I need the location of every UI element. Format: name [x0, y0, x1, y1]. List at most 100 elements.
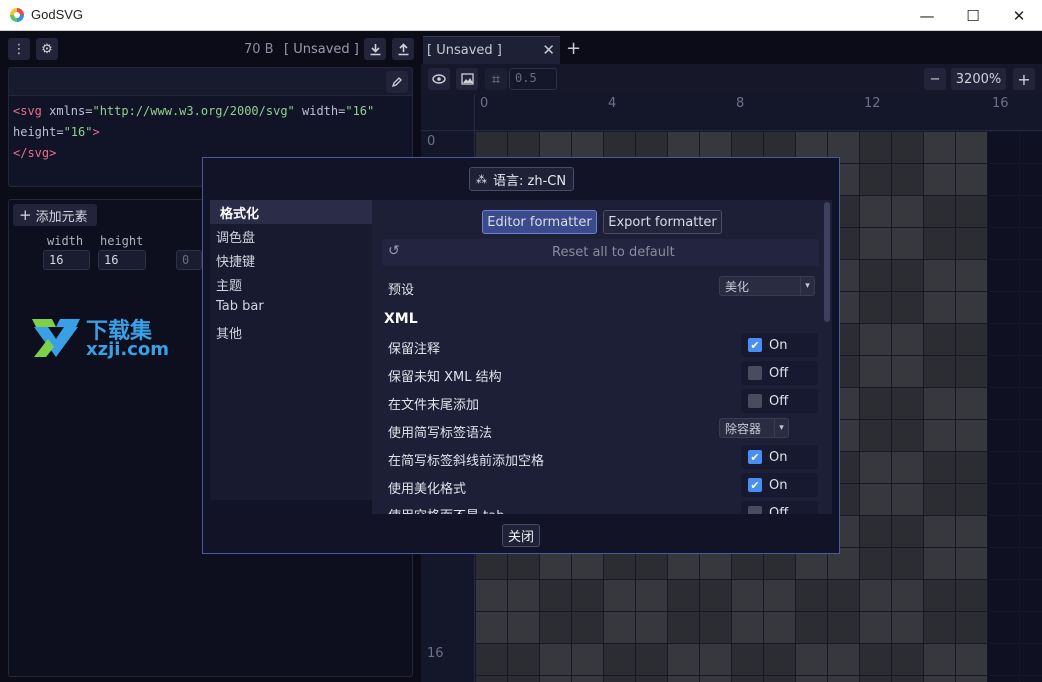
code-token: "http://www.w3.org/2000/svg": [92, 104, 295, 118]
width-field[interactable]: 16: [43, 250, 90, 270]
new-tab-button[interactable]: +: [566, 38, 581, 59]
horizontal-ruler: 0 4 8 12 16: [421, 94, 1042, 131]
export-button[interactable]: [364, 38, 386, 60]
settings-category-list: 格式化 调色盘 快捷键 主题 Tab bar 其他: [210, 200, 372, 500]
language-label: 语言: zh-CN: [493, 173, 567, 189]
setting-label: 使用空格而不是 tab: [388, 505, 504, 514]
reset-all-button[interactable]: ↺ Reset all to default: [382, 239, 819, 266]
use-spaces-toggle[interactable]: Off: [741, 501, 818, 514]
visuals-button[interactable]: [428, 68, 450, 90]
toggle-state: Off: [769, 505, 789, 515]
menu-button[interactable]: ⋮: [8, 38, 30, 60]
zoom-in-button[interactable]: +: [1013, 68, 1035, 90]
eye-icon: [432, 74, 446, 84]
snap-value-field[interactable]: 0.5: [509, 68, 557, 90]
scrollbar-thumb[interactable]: [824, 202, 830, 322]
chevron-down-icon: ▾: [774, 419, 788, 437]
checkbox-checked-icon: ✔: [748, 450, 762, 464]
reference-image-button[interactable]: [456, 68, 478, 90]
checkbox-unchecked-icon: [748, 394, 762, 408]
checkbox-checked-icon: ✔: [748, 478, 762, 492]
watermark: 下载集 xzji.com: [30, 313, 175, 393]
chevron-down-icon: ▾: [800, 277, 814, 295]
add-element-label: 添加元素: [35, 209, 88, 225]
export-formatter-tab[interactable]: Export formatter: [603, 210, 722, 234]
preset-dropdown[interactable]: 美化 ▾: [719, 276, 815, 296]
more-vertical-icon: ⋮: [12, 41, 26, 57]
setting-label: 在简写标签斜线前添加空格: [388, 454, 545, 469]
close-window-button[interactable]: ✕: [996, 0, 1042, 31]
category-formatting[interactable]: 格式化: [210, 200, 372, 224]
category-theme[interactable]: 主题: [210, 272, 372, 296]
maximize-button[interactable]: ☐: [950, 0, 996, 31]
category-palettes[interactable]: 调色盘: [210, 224, 372, 248]
code-text[interactable]: <svg xmlns="http://www.w3.org/2000/svg" …: [13, 101, 374, 164]
settings-button[interactable]: ⚙: [36, 38, 58, 60]
space-before-slash-toggle[interactable]: ✔ On: [741, 445, 818, 469]
pretty-formatting-toggle[interactable]: ✔ On: [741, 473, 818, 497]
checkbox-unchecked-icon: [748, 506, 762, 514]
download-icon: [370, 43, 380, 55]
close-dialog-button[interactable]: 关闭: [502, 524, 540, 547]
editor-formatter-tab[interactable]: Editor formatter: [482, 210, 597, 234]
close-tab-icon[interactable]: ✕: [542, 41, 555, 59]
setting-label: 使用美化格式: [388, 482, 467, 497]
ruler-tick-label: 0: [427, 134, 436, 149]
keep-unknown-xml-toggle[interactable]: Off: [741, 361, 818, 385]
watermark-site: xzji.com: [86, 339, 170, 360]
toggle-state: On: [769, 449, 788, 465]
add-element-button[interactable]: + 添加元素: [13, 204, 97, 226]
setting-label: 使用简写标签语法: [388, 426, 493, 441]
checkbox-checked-icon: ✔: [748, 338, 762, 352]
tab-unsaved[interactable]: [ Unsaved ] ✕: [423, 36, 560, 64]
window-title-bar: GodSVG — ☐ ✕: [0, 0, 1042, 31]
xml-section-heading: XML: [384, 311, 418, 327]
ruler-corner: [421, 94, 475, 131]
gear-icon: ⚙: [41, 41, 53, 57]
setting-label: 保留未知 XML 结构: [388, 370, 502, 385]
code-token: </svg>: [13, 146, 57, 160]
code-token: "16": [345, 104, 375, 118]
zoom-level[interactable]: 3200%: [951, 68, 1006, 90]
ruler-tick-label: 0: [480, 96, 489, 111]
add-trailing-newline-toggle[interactable]: Off: [741, 389, 818, 413]
width-label: width: [47, 234, 84, 248]
settings-content: Editor formatter Export formatter ↺ Rese…: [372, 200, 832, 514]
ruler-tick-label: 8: [736, 96, 745, 111]
code-token: height=: [13, 125, 64, 139]
code-token: "16": [63, 125, 93, 139]
toggle-state: On: [769, 477, 788, 493]
zoom-out-button[interactable]: −: [924, 68, 946, 90]
ruler-tick-label: 16: [992, 96, 1009, 111]
watermark-logo-icon: [32, 319, 80, 357]
preset-label: 预设: [388, 283, 415, 298]
category-shortcuts[interactable]: 快捷键: [210, 248, 372, 272]
shorthand-tags-dropdown[interactable]: 除容器 ▾: [719, 418, 789, 438]
viewbox-field[interactable]: 0: [176, 250, 202, 270]
settings-scrollbar[interactable]: [824, 202, 830, 512]
edit-code-button[interactable]: [386, 71, 408, 93]
category-other[interactable]: 其他: [210, 320, 372, 344]
height-field[interactable]: 16: [98, 250, 146, 270]
settings-dialog: ⁂ 语言: zh-CN 格式化 调色盘 快捷键 主题 Tab bar 其他 Ed…: [202, 157, 840, 554]
import-button[interactable]: [392, 38, 414, 60]
minimize-button[interactable]: —: [904, 0, 950, 31]
grid-snap-icon: ⌗: [491, 70, 501, 88]
preset-value: 美化: [725, 280, 750, 294]
translate-icon: ⁂: [476, 172, 487, 186]
ruler-tick-label: 16: [427, 646, 444, 661]
reset-label: Reset all to default: [552, 245, 675, 260]
code-token: width=: [294, 104, 346, 118]
code-token: <svg: [13, 104, 50, 118]
ruler-tick-label: 4: [608, 96, 617, 111]
language-button[interactable]: ⁂ 语言: zh-CN: [469, 167, 574, 191]
keep-comments-toggle[interactable]: ✔ On: [741, 333, 818, 357]
image-icon: [460, 73, 474, 85]
ruler-tick-label: 12: [864, 96, 881, 111]
checkbox-unchecked-icon: [748, 366, 762, 380]
snap-toggle-button[interactable]: ⌗: [485, 68, 507, 90]
viewport-toolbar: ⌗ 0.5 − 3200% +: [421, 64, 1042, 94]
code-token: xmlns=: [49, 104, 93, 118]
category-tab-bar[interactable]: Tab bar: [210, 296, 372, 320]
setting-label: 保留注释: [388, 342, 441, 357]
